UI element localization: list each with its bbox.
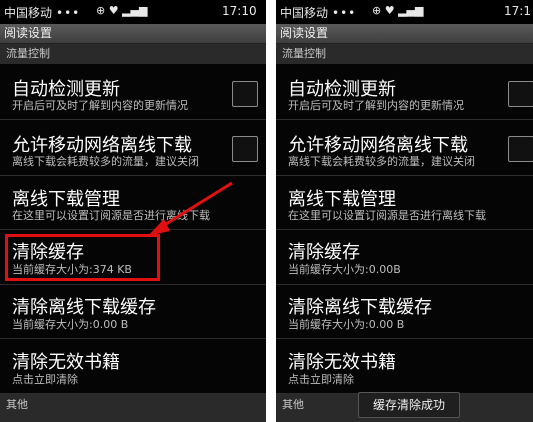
setting-subtitle: 点击立即清除 — [288, 373, 354, 386]
section-header-traffic: 流量控制 — [276, 44, 533, 64]
mobile-offline-download-checkbox[interactable] — [508, 136, 533, 162]
carrier-label: 中国移动 ••• — [280, 6, 357, 20]
status-bar: 中国移动 ••• ⊕ ♥ ▂▄▆ 17:1 — [276, 0, 533, 24]
phone-screen-before: 中国移动 ••• ⊕ ♥ ▂▄▆ 17:10 阅读设置 流量控制 自动检测更新 开… — [0, 0, 266, 422]
setting-clear-offline-cache[interactable]: 清除离线下载缓存 当前缓存大小为:0.00 B — [276, 285, 533, 339]
setting-mobile-offline-download[interactable]: 允许移动网络离线下载 离线下载会耗费较多的流量，建议关闭 — [276, 120, 533, 176]
notification-icons: ⊕ ♥ ▂▄▆ — [372, 4, 424, 17]
setting-auto-update[interactable]: 自动检测更新 开启后可及时了解到内容的更新情况 — [276, 64, 533, 120]
setting-subtitle: 当前缓存大小为:0.00 B — [288, 318, 405, 331]
auto-update-checkbox[interactable] — [508, 81, 533, 107]
setting-subtitle: 离线下载会耗费较多的流量，建议关闭 — [288, 155, 475, 168]
page-title: 阅读设置 — [276, 24, 533, 44]
clock: 17:1 — [504, 4, 531, 18]
setting-offline-download-manage[interactable]: 离线下载管理 在这里可以设置订阅源是否进行离线下载 — [276, 176, 533, 230]
red-arrow-icon — [148, 181, 233, 236]
setting-subtitle: 在这里可以设置订阅源是否进行离线下载 — [288, 209, 486, 222]
setting-subtitle: 开启后可及时了解到内容的更新情况 — [288, 99, 464, 112]
phone-screen-after: 中国移动 ••• ⊕ ♥ ▂▄▆ 17:1 阅读设置 流量控制 自动检测更新 开启… — [276, 0, 533, 422]
setting-clear-invalid-books[interactable]: 清除无效书籍 点击立即清除 — [276, 339, 533, 394]
setting-clear-cache[interactable]: 清除缓存 当前缓存大小为:0.00B — [276, 230, 533, 285]
setting-subtitle: 当前缓存大小为:0.00B — [288, 263, 401, 276]
cache-cleared-toast: 缓存清除成功 — [358, 392, 461, 418]
